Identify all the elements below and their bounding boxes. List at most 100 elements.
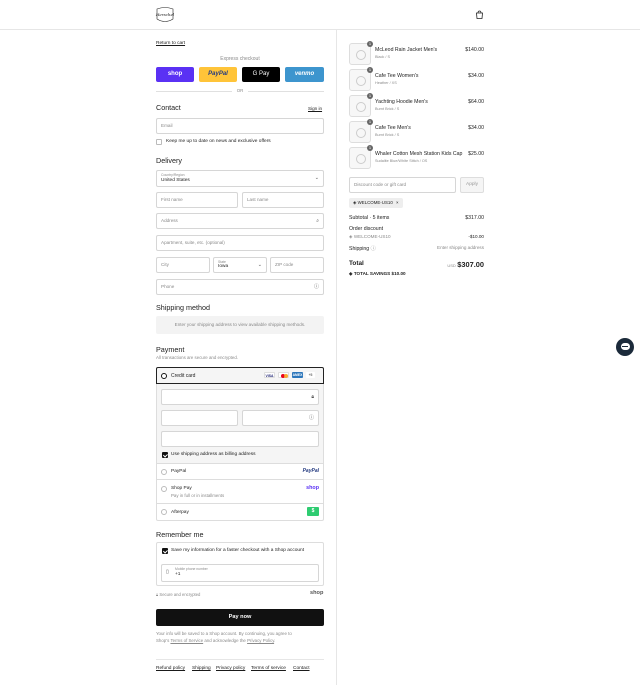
- item-price: $64.00: [468, 99, 484, 105]
- save-info-label: Save my information for a faster checkou…: [171, 548, 305, 553]
- shipping-method-heading: Shipping method: [156, 303, 210, 312]
- state-select[interactable]: State Iowa ⌄: [213, 257, 267, 273]
- item-price: $34.00: [468, 125, 484, 131]
- tag-icon: ◈: [349, 234, 353, 239]
- item-name: McLeod Rain Jacket Men's: [375, 47, 438, 53]
- privacy-policy-link[interactable]: Privacy policy: [216, 666, 245, 671]
- item-variant: Burnt Brick / S: [375, 107, 400, 111]
- search-icon: ⌕: [316, 218, 319, 224]
- remember-me-box: Save my information for a faster checkou…: [156, 542, 324, 586]
- quantity-badge: 1: [367, 145, 373, 151]
- apartment-input[interactable]: Apartment, suite, etc. (optional): [156, 235, 324, 251]
- newsletter-label: Keep me up to date on news and exclusive…: [166, 139, 271, 144]
- apply-button[interactable]: Apply: [460, 177, 484, 193]
- item-name: Cafe Tee Women's: [375, 73, 419, 79]
- express-checkout-label: Express checkout: [220, 56, 260, 62]
- name-on-card-input[interactable]: [161, 431, 319, 447]
- newsletter-checkbox[interactable]: [156, 139, 162, 145]
- bag-icon[interactable]: [475, 10, 484, 19]
- card-number-input[interactable]: 🔒︎: [161, 389, 319, 405]
- tag-icon: ◈: [353, 200, 357, 205]
- afterpay-option[interactable]: Afterpay $: [156, 504, 324, 521]
- item-price: $34.00: [468, 73, 484, 79]
- country-label: Country/Region: [161, 173, 185, 177]
- column-divider: [336, 30, 337, 685]
- phone-input[interactable]: Phone ⓘ: [156, 279, 324, 295]
- billing-same-checkbox[interactable]: [162, 452, 168, 458]
- pay-now-button[interactable]: Pay now: [156, 609, 324, 626]
- terms-of-service-link[interactable]: Terms of service: [251, 666, 286, 671]
- country-select[interactable]: Country/Region United States ⌄: [156, 170, 324, 187]
- refund-policy-link[interactable]: Refund policy: [156, 666, 185, 671]
- close-icon[interactable]: ×: [396, 200, 399, 205]
- mobile-value: +1: [175, 572, 181, 577]
- lock-icon: 🔒︎: [311, 394, 314, 400]
- shipping-link[interactable]: Shipping: [192, 666, 211, 671]
- item-price: $25.00: [468, 151, 484, 157]
- contact-link[interactable]: Contact: [293, 666, 310, 671]
- item-variant: Burnt Brick / S: [375, 133, 400, 137]
- last-name-input[interactable]: Last name: [242, 192, 324, 208]
- email-input[interactable]: Email: [156, 118, 324, 134]
- item-variant: Heather / XS: [375, 81, 397, 85]
- venmo-express-button[interactable]: venmo: [285, 67, 324, 82]
- afterpay-radio[interactable]: [161, 509, 167, 515]
- legal-text: Your info will be saved to a Shop accoun…: [156, 631, 292, 643]
- credit-card-radio[interactable]: [161, 372, 167, 379]
- payment-subtitle: All transactions are secure and encrypte…: [156, 355, 239, 360]
- terms-link[interactable]: Terms of Service: [170, 638, 203, 643]
- total-savings-row: ◈ TOTAL SAVINGS $10.00: [349, 271, 406, 276]
- credit-card-label: Credit card: [171, 373, 196, 379]
- shipping-notice: Enter your shipping address to view avai…: [156, 316, 324, 334]
- footer-divider: [156, 659, 324, 660]
- afterpay-logo: $: [307, 507, 319, 516]
- paypal-express-button[interactable]: PayPal: [199, 67, 237, 82]
- contact-heading: Contact: [156, 103, 181, 112]
- delivery-heading: Delivery: [156, 156, 182, 165]
- expiration-input[interactable]: [161, 410, 238, 426]
- shop-pay-radio[interactable]: [161, 486, 167, 492]
- mobile-label: Mobile phone number: [175, 567, 208, 571]
- city-input[interactable]: City: [156, 257, 210, 273]
- chevron-down-icon: ⌄: [314, 175, 319, 181]
- save-info-checkbox[interactable]: [162, 548, 168, 554]
- privacy-link[interactable]: Privacy Policy: [247, 638, 274, 643]
- country-value: United States: [161, 178, 190, 183]
- discount-tag: ◈ WELCOME-US10 ×: [349, 198, 403, 208]
- shop-pay-express-button[interactable]: shop: [156, 67, 194, 82]
- item-name: Whaler Cotton Mesh Station Kids Cap: [375, 151, 463, 157]
- quantity-badge: 1: [367, 93, 373, 99]
- address-input[interactable]: Address ⌕: [156, 213, 324, 229]
- shop-mark: shop: [310, 590, 324, 596]
- card-details-panel: 🔒︎ ⓘ Use shipping address as billing add…: [156, 384, 324, 464]
- help-icon[interactable]: ⓘ: [309, 411, 314, 425]
- brand-logo[interactable]: Herschel: [155, 5, 175, 25]
- item-name: Yachting Hoodie Men's: [375, 99, 428, 105]
- return-to-cart-link[interactable]: Return to cart: [156, 41, 185, 46]
- billing-same-label: Use shipping address as billing address: [171, 452, 256, 457]
- shop-pay-option[interactable]: Shop Pay Pay in full or in installments …: [156, 480, 324, 504]
- state-value: Iowa: [218, 264, 229, 269]
- paypal-option[interactable]: PayPal PayPal: [156, 464, 324, 480]
- help-icon[interactable]: ⓘ: [371, 246, 376, 252]
- chat-bubble-icon[interactable]: [616, 338, 634, 356]
- first-name-input[interactable]: First name: [156, 192, 238, 208]
- zip-input[interactable]: ZIP code: [270, 257, 324, 273]
- sign-in-link[interactable]: Sign in: [308, 106, 322, 111]
- or-divider-text: OR: [232, 88, 248, 93]
- security-code-input[interactable]: ⓘ: [242, 410, 319, 426]
- mastercard-badge: [278, 372, 289, 378]
- discount-code-input[interactable]: Discount code or gift card: [349, 177, 456, 193]
- google-pay-express-button[interactable]: G Pay: [242, 67, 280, 82]
- secure-note: 🔒︎ Secure and encrypted: [156, 592, 201, 597]
- lock-icon: 🔒︎: [156, 592, 159, 597]
- shop-pay-label: Shop Pay: [171, 486, 192, 491]
- item-variant: Sudalite Blue/White Stitch / OS: [375, 159, 428, 163]
- payment-heading: Payment: [156, 345, 185, 354]
- help-icon[interactable]: ⓘ: [314, 280, 319, 294]
- paypal-radio[interactable]: [161, 468, 167, 475]
- order-discount-row: Order discount: [349, 226, 384, 232]
- item-name: Cafe Tee Men's: [375, 125, 411, 131]
- shop-pay-subtitle: Pay in full or in installments: [171, 493, 225, 498]
- mobile-phone-input[interactable]: ▯ Mobile phone number +1: [161, 564, 319, 582]
